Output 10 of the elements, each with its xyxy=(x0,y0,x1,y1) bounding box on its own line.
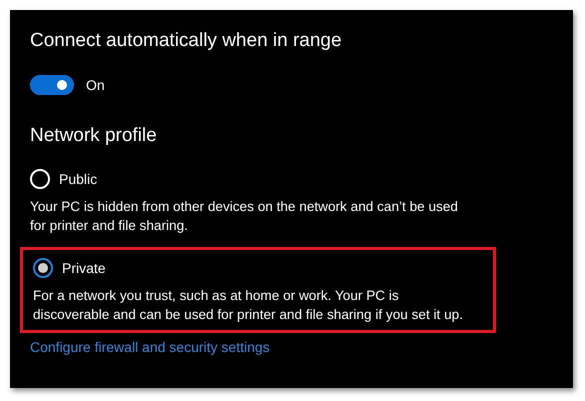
radio-button[interactable] xyxy=(33,258,53,278)
toggle-label: On xyxy=(86,77,105,93)
section-title: Network profile xyxy=(30,124,158,148)
option-description: Your PC is hidden from other devices on the network and can’t be used for printer and file sharing. xyxy=(30,198,459,235)
option-description: For a network you trust, such as at home or work. Your PC is discoverable and can be used for printer and file sharing if you set it up. xyxy=(33,287,464,324)
section-title: Connect automatically when in range xyxy=(30,29,343,53)
firewall-link[interactable]: Configure firewall and security settings xyxy=(30,339,270,355)
toggle-switch[interactable] xyxy=(30,75,74,95)
radio-label: Private xyxy=(62,260,106,276)
radio-label: Public xyxy=(59,171,98,187)
